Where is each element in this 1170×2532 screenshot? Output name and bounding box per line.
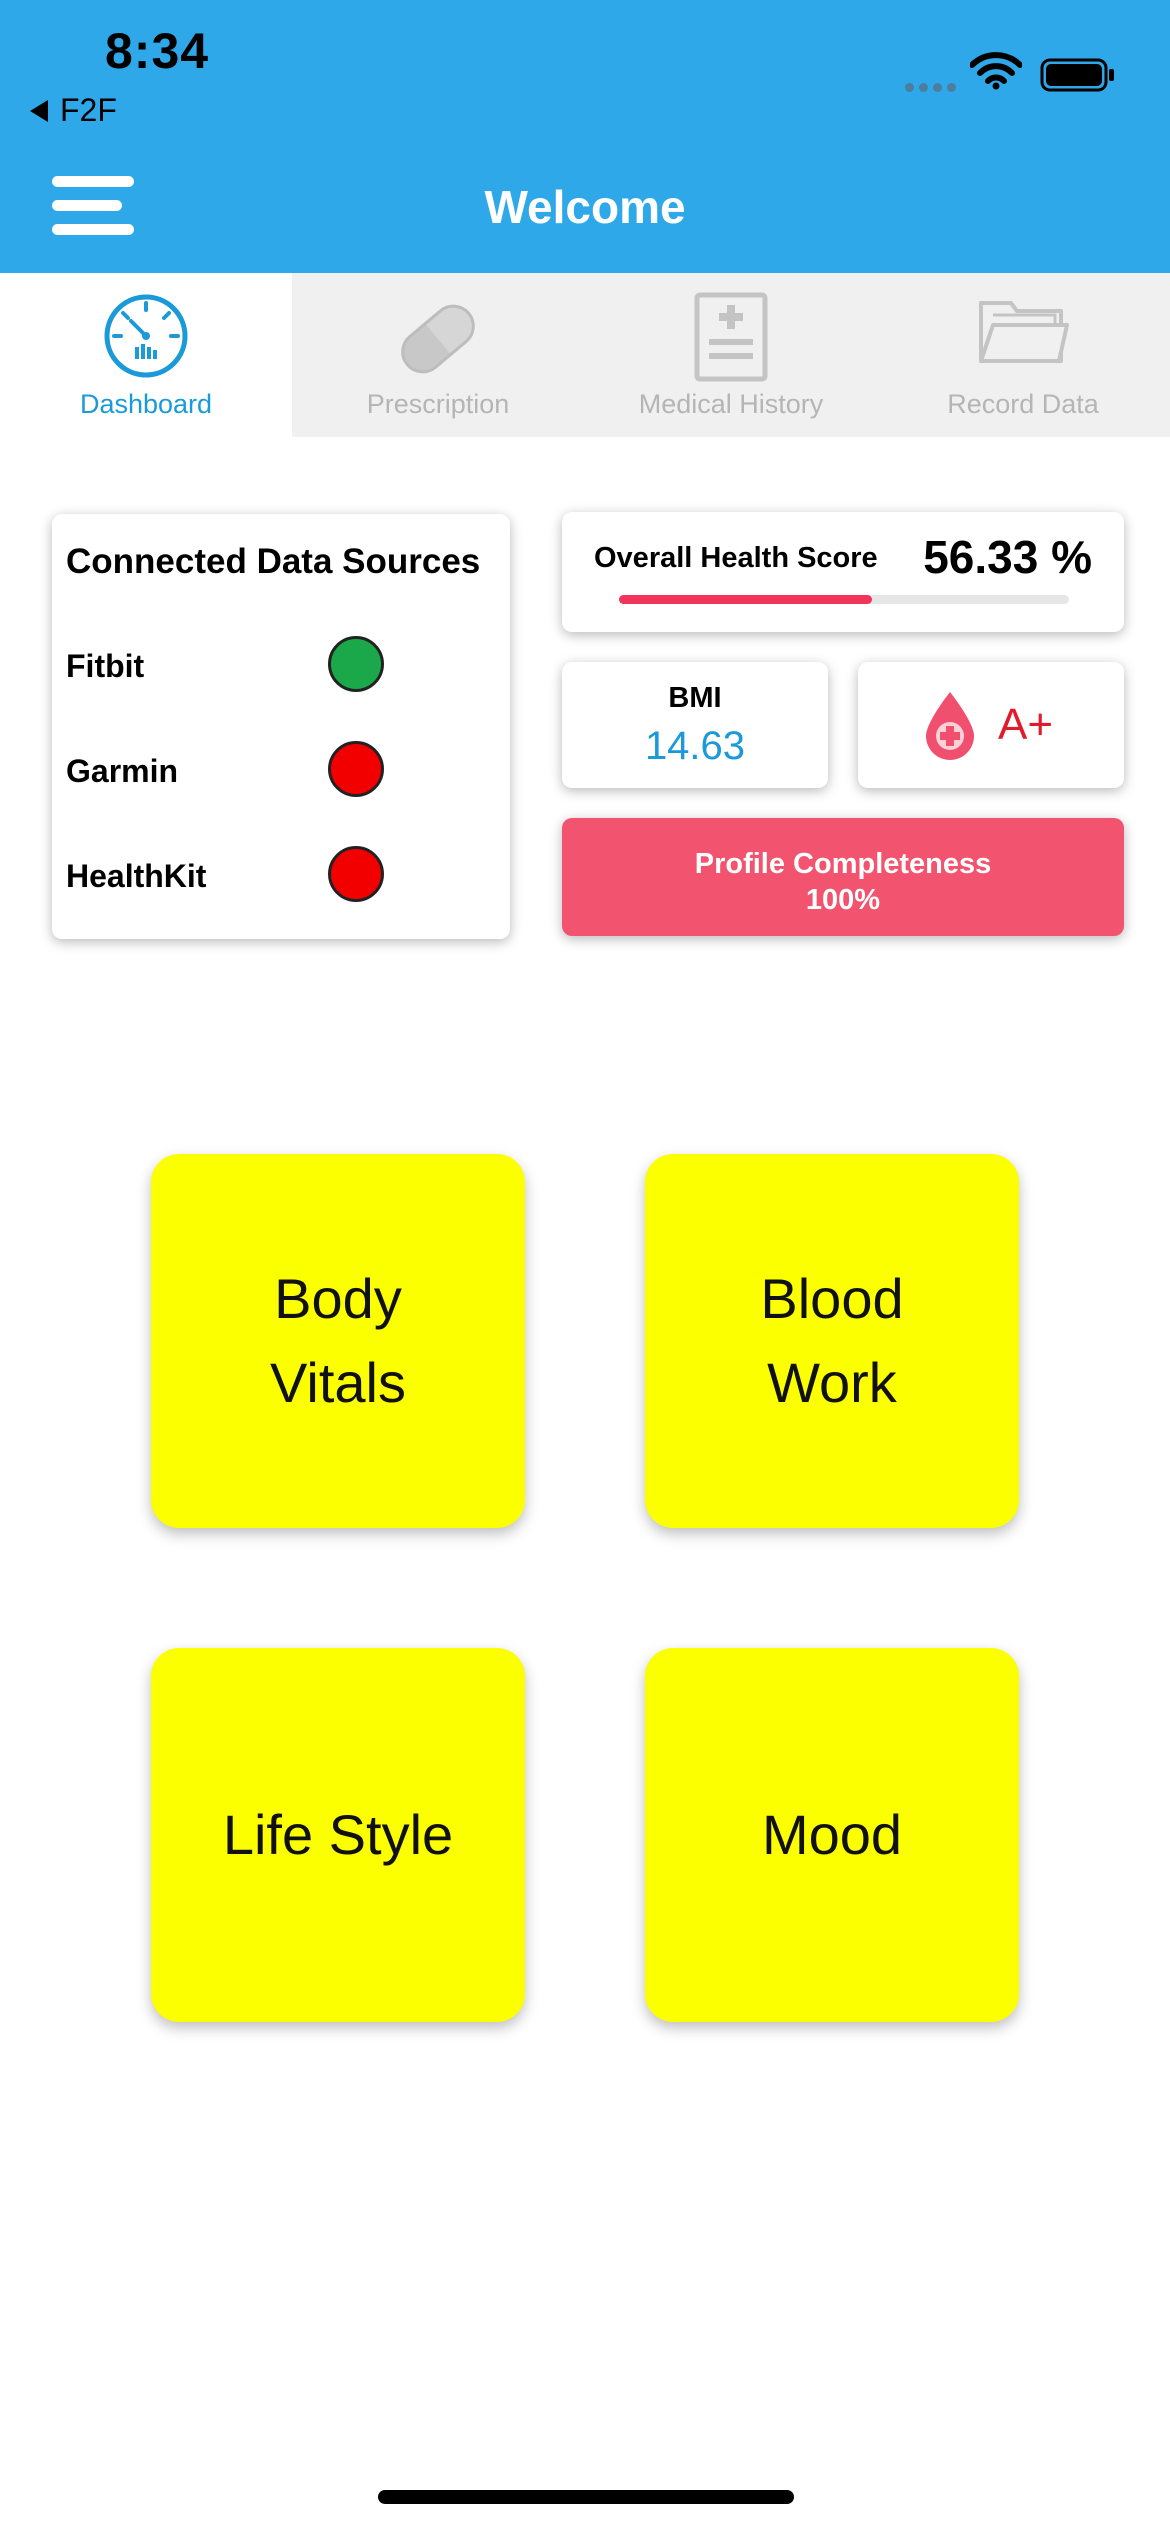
tile-label: Mood [761,1803,903,1866]
status-indicator [328,741,384,797]
blood-type-value: A+ [998,700,1054,749]
body-vitals-tile[interactable]: Body Vitals [151,1154,525,1528]
source-name: Garmin [66,753,179,789]
tab-prescription[interactable]: Prescription [292,273,584,437]
tab-label: Medical History [638,389,824,419]
status-indicator [328,846,384,902]
home-indicator[interactable] [378,2490,794,2504]
health-score-progress-bar [619,595,1069,604]
source-row-healthkit: HealthKit [66,846,486,906]
app-header: 8:34 F2F Welcome [0,0,1170,273]
page-title: Welcome [484,181,686,233]
tab-bar: Dashboard Prescription Medical History R… [0,273,1170,437]
source-row-garmin: Garmin [66,741,486,801]
blood-drop-icon [926,692,974,760]
dashboard-gauge-icon [104,294,188,378]
back-app-label: F2F [60,92,117,128]
back-to-app-link[interactable]: F2F [30,92,117,129]
bmi-card[interactable]: BMI 14.63 [562,662,828,788]
profile-completeness-text: Profile Completeness 100% [562,846,1124,918]
bmi-label: BMI [668,682,722,714]
tab-medical-history[interactable]: Medical History [585,273,877,437]
tab-label: Dashboard [79,389,213,419]
blood-work-tile[interactable]: Blood Work [645,1154,1019,1528]
source-name: Fitbit [66,648,145,684]
profile-completeness-label: Profile Completeness [694,848,992,880]
wifi-icon [970,52,1022,90]
bmi-value: 14.63 [644,724,746,768]
signal-dots-icon [905,83,956,92]
tile-label: Life Style [222,1803,454,1866]
mood-tile[interactable]: Mood [645,1648,1019,2022]
health-score-progress-fill [619,595,873,604]
tab-label: Prescription [366,389,510,419]
tab-dashboard[interactable]: Dashboard [0,273,292,437]
tile-label: Body Vitals [270,1267,406,1414]
status-time: 8:34 [105,23,210,79]
status-indicator [328,636,384,692]
tab-record-data[interactable]: Record Data [877,273,1169,437]
medical-report-icon [694,292,768,382]
tab-label: Record Data [947,389,1099,419]
source-name: HealthKit [66,858,207,894]
health-score-value: 56.33 % [923,531,1092,583]
tile-label: Blood Work [760,1267,904,1414]
pill-icon [401,304,475,374]
profile-completeness-button[interactable]: Profile Completeness 100% [562,818,1124,936]
health-score-card[interactable]: Overall Health Score 56.33 % [562,512,1124,632]
folder-icon [979,301,1069,363]
profile-completeness-value: 100% [805,884,881,916]
source-row-fitbit: Fitbit [66,636,486,696]
back-arrow-icon [30,99,48,122]
life-style-tile[interactable]: Life Style [151,1648,525,2022]
battery-icon [1040,58,1114,92]
health-score-label: Overall Health Score [594,542,878,574]
blood-type-card[interactable]: A+ [858,662,1124,788]
connected-data-sources-card: Connected Data Sources Fitbit Garmin Hea… [52,514,510,939]
card-title: Connected Data Sources [66,542,481,581]
